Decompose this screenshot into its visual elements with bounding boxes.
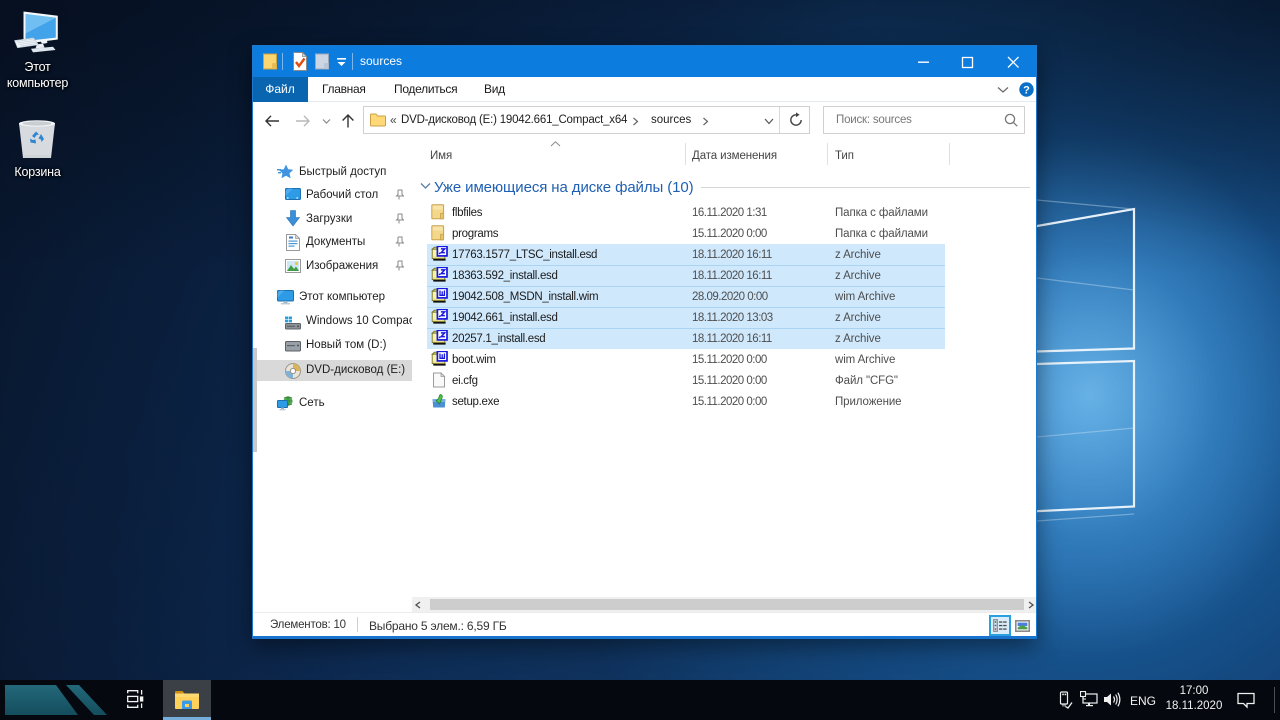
svg-text:?: ? bbox=[1023, 85, 1030, 97]
